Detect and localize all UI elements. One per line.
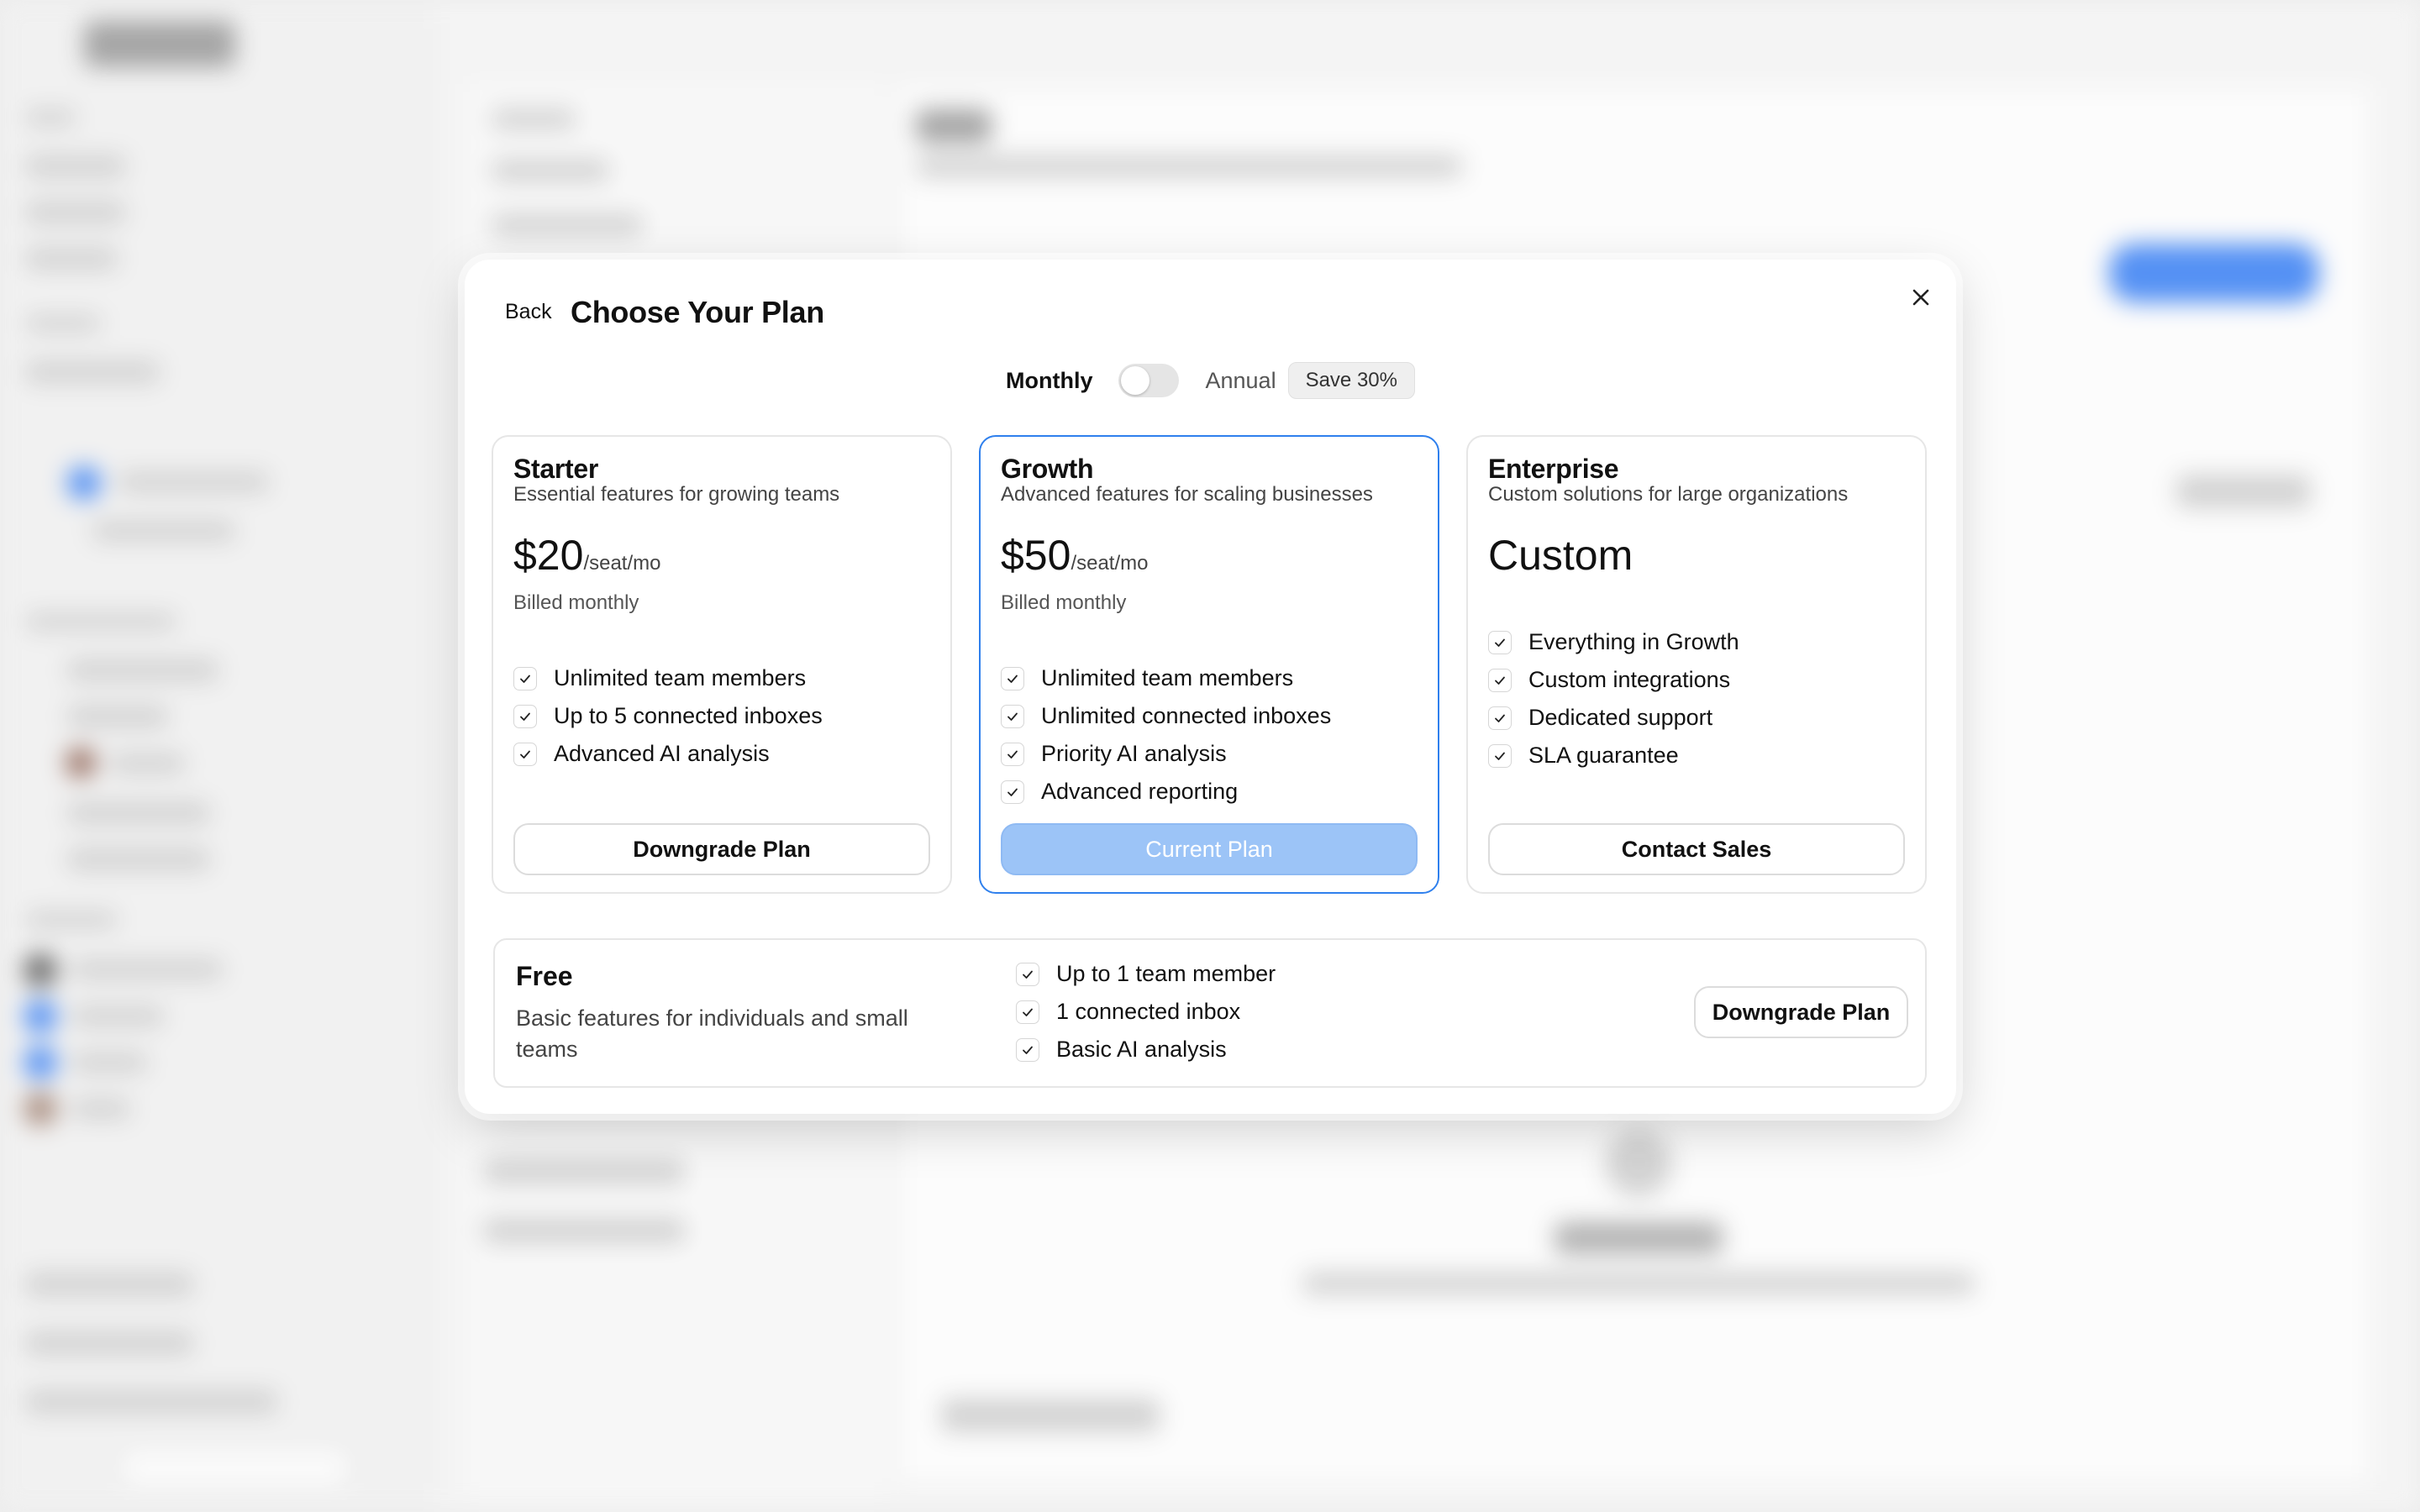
downgrade-free-button[interactable]: Downgrade Plan [1694,986,1908,1038]
price-amount: $20 [513,532,584,579]
feature-item: 1 connected inbox [1016,993,1276,1031]
check-icon [1488,630,1512,654]
feature-label: SLA guarantee [1528,743,1679,768]
current-plan-button[interactable]: Current Plan [1001,823,1418,875]
price-amount: Custom [1488,532,1634,579]
check-icon [1016,1037,1039,1062]
feature-label: Unlimited team members [1041,665,1294,690]
check-icon [1016,962,1039,986]
plan-name: Enterprise [1488,454,1619,484]
plan-card-enterprise: Enterprise Custom solutions for large or… [1466,435,1927,894]
feature-list: Everything in Growth Custom integrations… [1488,623,1739,774]
feature-list: Up to 1 team member 1 connected inbox Ba… [1016,955,1276,1068]
switch-knob [1120,366,1150,395]
check-icon [1488,743,1512,768]
feature-list: Unlimited team members Unlimited connect… [1001,659,1331,811]
feature-label: Everything in Growth [1528,629,1739,654]
feature-label: Basic AI analysis [1056,1037,1227,1062]
plan-price: Custom [1488,531,1633,580]
billing-note: Billed monthly [513,591,639,614]
feature-label: 1 connected inbox [1056,999,1241,1024]
back-button[interactable]: Back [505,300,552,324]
annual-label[interactable]: Annual [1206,368,1276,394]
blurred-primary-button [2109,244,2319,302]
plan-description: Essential features for growing teams [513,483,840,506]
plan-price: $20/seat/mo [513,531,660,580]
feature-item: Advanced reporting [1001,773,1331,811]
check-icon [1016,1000,1039,1024]
feature-item: Basic AI analysis [1016,1031,1276,1068]
downgrade-starter-button[interactable]: Downgrade Plan [513,823,930,875]
check-icon [513,666,537,690]
feature-item: Custom integrations [1488,661,1739,699]
price-unit: /seat/mo [583,552,661,575]
plan-card-free: Free Basic features for individuals and … [493,938,1927,1088]
check-icon [1001,704,1024,728]
billing-switch[interactable] [1118,364,1179,397]
feature-item: Unlimited connected inboxes [1001,697,1331,735]
feature-label: Dedicated support [1528,705,1713,730]
plan-description: Advanced features for scaling businesses [1001,483,1373,506]
feature-label: Custom integrations [1528,667,1731,692]
choose-plan-modal: Back Choose Your Plan Monthly Annual Sav… [465,260,1956,1114]
feature-item: Everything in Growth [1488,623,1739,661]
feature-item: Unlimited team members [513,659,823,697]
plan-description: Basic features for individuals and small… [516,1005,908,1062]
plan-card-growth: Growth Advanced features for scaling bus… [979,435,1439,894]
plan-price: $50/seat/mo [1001,531,1148,580]
check-icon [1001,742,1024,766]
plan-card-starter: Starter Essential features for growing t… [492,435,952,894]
feature-label: Unlimited connected inboxes [1041,703,1332,728]
feature-label: Up to 5 connected inboxes [554,703,823,728]
feature-item: Advanced AI analysis [513,735,823,773]
plan-name: Free [516,961,573,991]
feature-label: Advanced AI analysis [554,741,770,766]
save-badge: Save 30% [1287,362,1415,399]
contact-sales-button[interactable]: Contact Sales [1488,823,1905,875]
feature-item: Priority AI analysis [1001,735,1331,773]
check-icon [1001,780,1024,804]
feature-item: Up to 5 connected inboxes [513,697,823,735]
check-icon [513,704,537,728]
check-icon [513,742,537,766]
feature-list: Unlimited team members Up to 5 connected… [513,659,823,773]
check-icon [1001,666,1024,690]
app-sidebar [0,0,437,1512]
price-amount: $50 [1001,532,1071,579]
plan-name: Growth [1001,454,1094,484]
feature-item: Up to 1 team member [1016,955,1276,993]
modal-title: Choose Your Plan [571,295,824,329]
feature-item: Dedicated support [1488,699,1739,737]
check-icon [1488,706,1512,730]
monthly-label[interactable]: Monthly [1006,368,1092,394]
feature-item: Unlimited team members [1001,659,1331,697]
plan-description: Custom solutions for large organizations [1488,483,1849,506]
billing-period-toggle: Monthly Annual Save 30% [465,361,1956,400]
close-button[interactable] [1902,278,1940,317]
feature-label: Priority AI analysis [1041,741,1227,766]
price-unit: /seat/mo [1071,552,1149,575]
plan-name: Starter [513,454,599,484]
billing-note: Billed monthly [1001,591,1127,614]
close-icon [1912,289,1929,306]
feature-label: Up to 1 team member [1056,961,1276,986]
feature-item: SLA guarantee [1488,737,1739,774]
check-icon [1488,668,1512,692]
feature-label: Advanced reporting [1041,779,1239,804]
feature-label: Unlimited team members [554,665,807,690]
